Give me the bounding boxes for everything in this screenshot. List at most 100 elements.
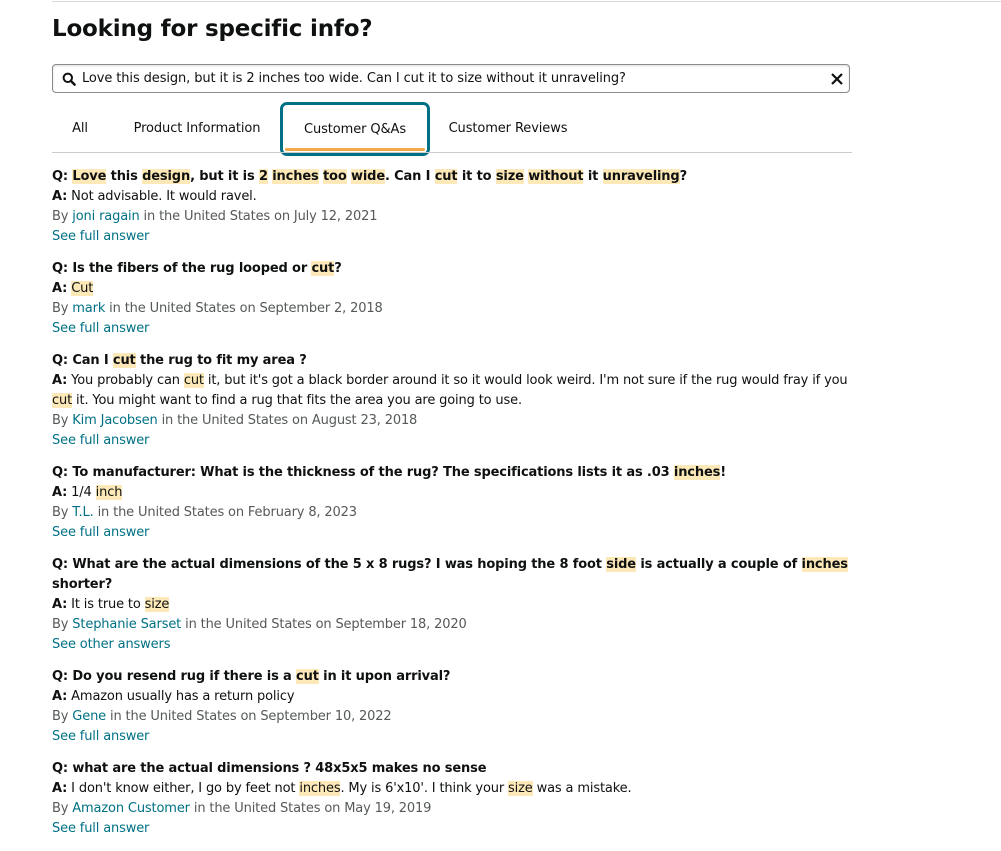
answer-text: 1/4 inch [67, 485, 123, 500]
search-term-highlight: Love [72, 169, 107, 184]
search-term-highlight: cut [112, 353, 136, 368]
search-term-highlight: size [495, 169, 524, 184]
by-label: By [52, 505, 73, 520]
answer-prefix: A: [52, 689, 68, 704]
by-label: By [52, 617, 73, 632]
answer: A: It is true to size [52, 595, 852, 615]
search-icon [62, 72, 76, 86]
location-date: in the United States on February 8, 2023 [93, 505, 357, 520]
question: Q: What are the actual dimensions of the… [52, 555, 852, 595]
answer-text: I don't know either, I go by feet not in… [67, 781, 632, 796]
answer-meta: By joni ragain in the United States on J… [52, 207, 852, 227]
see-answer-link[interactable]: See other answers [52, 635, 852, 655]
answer: A: 1/4 inch [52, 483, 852, 503]
by-label: By [52, 801, 73, 816]
question-prefix: Q: [52, 169, 68, 184]
top-divider [52, 1, 1001, 2]
answer: A: I don't know either, I go by feet not… [52, 779, 852, 799]
answer: A: You probably can cut it, but it's got… [52, 371, 852, 411]
answer-meta: By Amazon Customer in the United States … [52, 799, 852, 819]
question-prefix: Q: [52, 557, 68, 572]
answer-prefix: A: [52, 485, 68, 500]
by-label: By [52, 209, 73, 224]
search-term-highlight: without [528, 169, 584, 184]
author-link[interactable]: Amazon Customer [72, 801, 190, 816]
question: Q: To manufacturer: What is the thicknes… [52, 463, 852, 483]
location-date: in the United States on September 10, 20… [106, 709, 392, 724]
search-term-highlight: design [142, 169, 191, 184]
tabs-divider [52, 152, 852, 153]
search-term-highlight: unraveling [602, 169, 680, 184]
answer-text: It is true to size [67, 597, 170, 612]
active-tab-underline [285, 148, 425, 151]
tab-all[interactable]: All [64, 104, 96, 152]
see-answer-link[interactable]: See full answer [52, 819, 852, 839]
see-answer-link[interactable]: See full answer [52, 431, 852, 451]
question-prefix: Q: [52, 353, 68, 368]
answer-meta: By Kim Jacobsen in the United States on … [52, 411, 852, 431]
qa-item: Q: Do you resend rug if there is a cut i… [52, 667, 852, 747]
search-term-highlight: cut [183, 373, 204, 388]
tab-label: All [72, 120, 88, 136]
qa-item: Q: what are the actual dimensions ? 48x5… [52, 759, 852, 839]
author-link[interactable]: mark [72, 301, 105, 316]
search-term-highlight: wide [351, 169, 385, 184]
question-prefix: Q: [52, 761, 68, 776]
search-box[interactable] [52, 64, 850, 93]
answer: A: Amazon usually has a return policy [52, 687, 852, 707]
question: Q: Is the fibers of the rug looped or cu… [52, 259, 852, 279]
qa-item: Q: Can I cut the rug to fit my area ? A: … [52, 351, 852, 451]
question-text: Can I cut the rug to fit my area ? [67, 353, 307, 368]
tab-product-information[interactable]: Product Information [124, 104, 270, 152]
search-term-highlight: too [322, 169, 347, 184]
answer-meta: By Gene in the United States on Septembe… [52, 707, 852, 727]
question: Q: what are the actual dimensions ? 48x5… [52, 759, 852, 779]
search-term-highlight: size [144, 597, 170, 612]
see-answer-link[interactable]: See full answer [52, 523, 852, 543]
see-answer-link[interactable]: See full answer [52, 727, 852, 747]
qa-item: Q: To manufacturer: What is the thicknes… [52, 463, 852, 543]
answer-text: Cut [67, 281, 93, 296]
answer-meta: By T.L. in the United States on February… [52, 503, 852, 523]
answer-text: You probably can cut it, but it's got a … [52, 373, 848, 408]
answer-meta: By Stephanie Sarset in the United States… [52, 615, 852, 635]
search-term-highlight: inches [272, 169, 319, 184]
author-link[interactable]: Gene [72, 709, 106, 724]
author-link[interactable]: Stephanie Sarset [72, 617, 181, 632]
see-answer-link[interactable]: See full answer [52, 227, 852, 247]
search-term-highlight: inch [95, 485, 123, 500]
qa-item: Q: Love this design, but it is 2 inches … [52, 167, 852, 247]
tab-label: Product Information [133, 120, 261, 136]
location-date: in the United States on September 18, 20… [181, 617, 467, 632]
search-term-highlight: Cut [71, 281, 94, 296]
question-text: what are the actual dimensions ? 48x5x5 … [67, 761, 487, 776]
author-link[interactable]: Kim Jacobsen [72, 413, 157, 428]
question-text: Love this design, but it is 2 inches too… [72, 169, 687, 184]
location-date: in the United States on August 23, 2018 [157, 413, 418, 428]
author-link[interactable]: joni ragain [72, 209, 139, 224]
question-text: What are the actual dimensions of the 5 … [52, 557, 848, 592]
answer: A: Not advisable. It would ravel. [52, 187, 852, 207]
search-term-highlight: 2 [258, 169, 268, 184]
tab-customer-qas[interactable]: Customer Q&As [280, 102, 430, 156]
author-link[interactable]: T.L. [72, 505, 93, 520]
qa-item: Q: Is the fibers of the rug looped or cu… [52, 259, 852, 339]
see-answer-link[interactable]: See full answer [52, 319, 852, 339]
location-date: in the United States on September 2, 201… [105, 301, 383, 316]
search-term-highlight: side [606, 557, 636, 572]
answer-prefix: A: [52, 597, 68, 612]
answer-text: Not advisable. It would ravel. [67, 189, 257, 204]
search-term-highlight: inches [299, 781, 341, 796]
close-icon[interactable] [829, 71, 845, 87]
search-tabs: All Product Information Customer Q&As Cu… [52, 102, 852, 156]
search-term-highlight: inches [673, 465, 721, 480]
by-label: By [52, 413, 73, 428]
search-input[interactable] [82, 71, 829, 86]
question-prefix: Q: [52, 261, 68, 276]
location-date: in the United States on July 12, 2021 [139, 209, 378, 224]
question: Q: Love this design, but it is 2 inches … [52, 167, 852, 187]
question-text: Do you resend rug if there is a cut in i… [67, 669, 451, 684]
answer-prefix: A: [52, 781, 68, 796]
tab-customer-reviews[interactable]: Customer Reviews [444, 104, 572, 152]
question-text: Is the fibers of the rug looped or cut? [67, 261, 342, 276]
